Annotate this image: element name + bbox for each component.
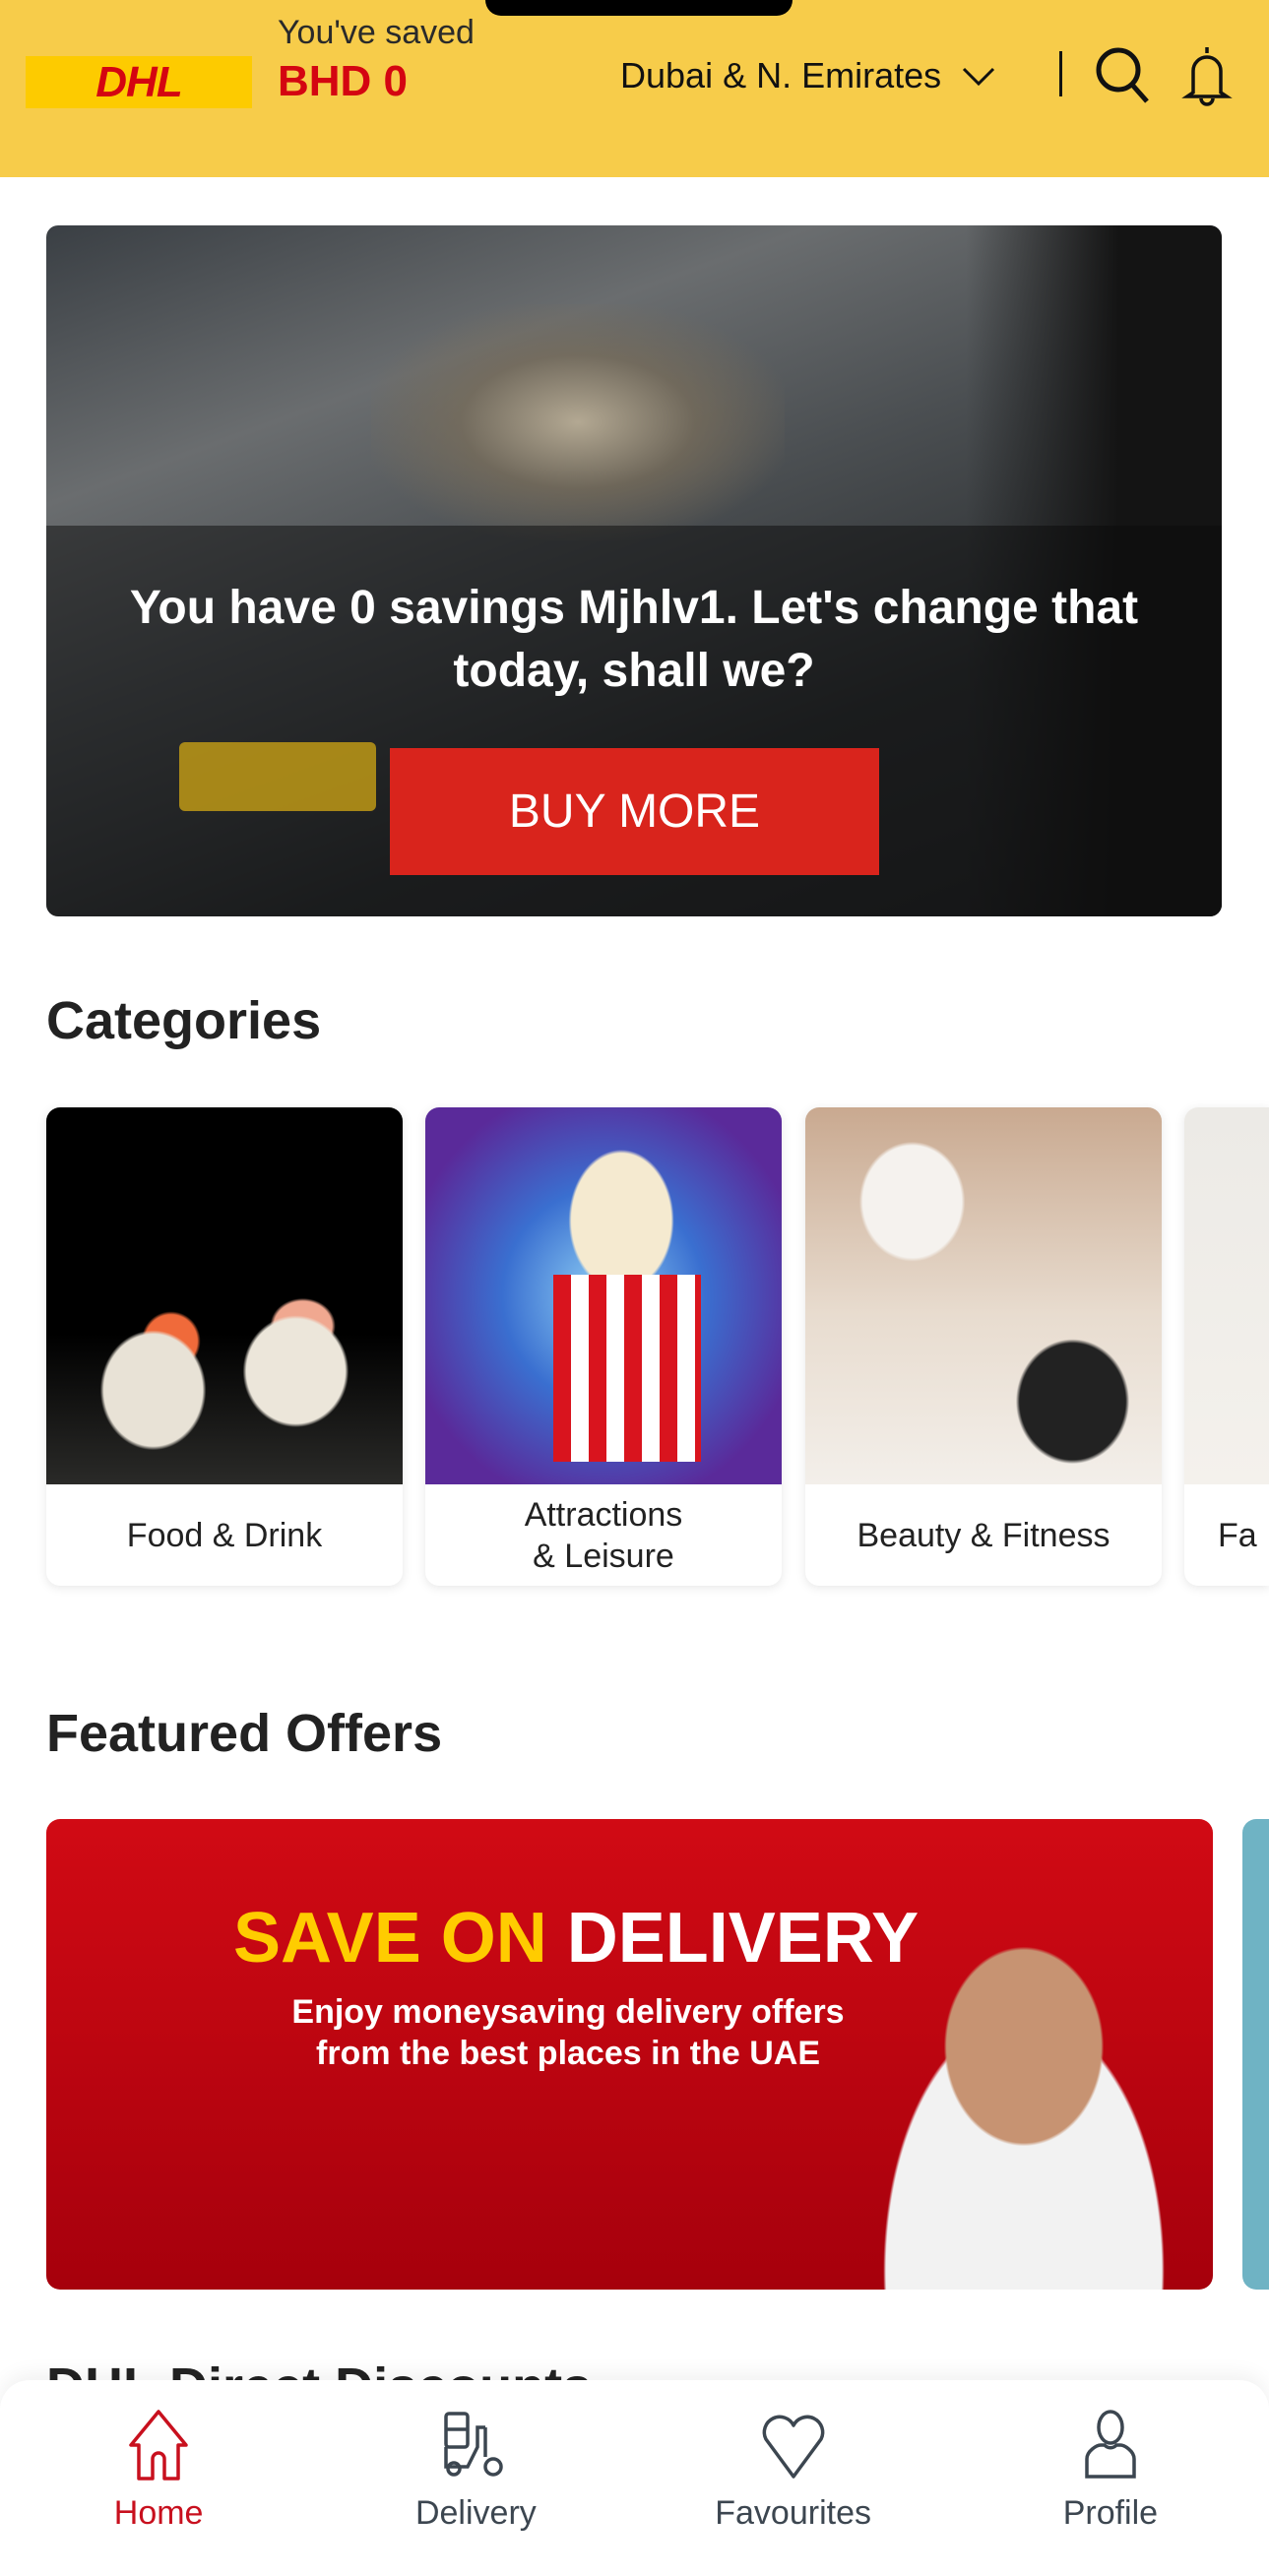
user-icon [1085, 2410, 1136, 2479]
nav-label: Delivery [414, 2494, 537, 2532]
dhl-van-image [179, 742, 376, 811]
category-label: Fa [1218, 1516, 1257, 1554]
header-divider [1059, 51, 1062, 96]
offer-subtitle: Enjoy moneysaving delivery offers from t… [291, 1993, 845, 2072]
camera-notch [485, 0, 793, 16]
offer-headline-a: SAVE ON [233, 1899, 547, 1978]
bottom-nav: Home Delivery Favourites Profile [0, 2380, 1269, 2576]
featured-offer-next[interactable] [1242, 1819, 1269, 2290]
saved-value: BHD 0 [278, 57, 409, 105]
region-label: Dubai & N. Emirates [620, 55, 942, 95]
banner-image [371, 304, 785, 540]
nav-label: Favourites [715, 2494, 871, 2532]
offer-image [829, 1916, 1183, 2290]
category-label: Attractions & Leisure [524, 1495, 683, 1575]
category-image [1184, 1107, 1269, 1484]
nav-favourites[interactable]: Favourites [635, 2380, 952, 2576]
featured-offer-delivery[interactable]: SAVE ON DELIVERY Enjoy moneysaving deliv… [46, 1819, 1213, 2290]
dhl-logo[interactable]: DHL [26, 56, 252, 108]
bell-icon[interactable] [1179, 43, 1235, 108]
nav-label: Home [113, 2494, 204, 2532]
logo-text: DHL [95, 57, 182, 106]
nav-label: Profile [1062, 2494, 1159, 2532]
category-image [425, 1107, 782, 1484]
region-selector[interactable]: Dubai & N. Emirates [620, 55, 996, 96]
buy-more-button[interactable]: BUY MORE [390, 748, 879, 875]
category-label: Food & Drink [126, 1516, 323, 1554]
offer-headline: SAVE ON DELIVERY [233, 1898, 919, 1979]
search-icon[interactable] [1093, 43, 1152, 106]
home-icon [129, 2410, 188, 2481]
banner-message: You have 0 savings Mjhlv1. Let's change … [129, 582, 1139, 697]
scooter-icon [444, 2412, 504, 2477]
category-card-food[interactable]: Food & Drink [46, 1107, 403, 1586]
category-image [46, 1107, 403, 1484]
app-header: DHL You've saved BHD 0 Dubai & N. Emirat… [0, 0, 1269, 177]
category-card-attractions[interactable]: Attractions & Leisure [425, 1107, 782, 1586]
category-label: Beauty & Fitness [857, 1516, 1110, 1554]
nav-profile[interactable]: Profile [952, 2380, 1269, 2576]
heart-icon [762, 2415, 825, 2479]
category-card-beauty[interactable]: Beauty & Fitness [805, 1107, 1162, 1586]
category-image [805, 1107, 1162, 1484]
chevron-down-icon [963, 67, 995, 87]
nav-delivery[interactable]: Delivery [317, 2380, 634, 2576]
category-card-fashion[interactable]: Fa [1184, 1107, 1269, 1586]
savings-banner: You have 0 savings Mjhlv1. Let's change … [46, 225, 1222, 916]
featured-offers-title: Featured Offers [46, 1704, 443, 1763]
nav-home[interactable]: Home [0, 2380, 317, 2576]
categories-title: Categories [46, 991, 322, 1050]
saved-label: You've saved [278, 14, 475, 51]
